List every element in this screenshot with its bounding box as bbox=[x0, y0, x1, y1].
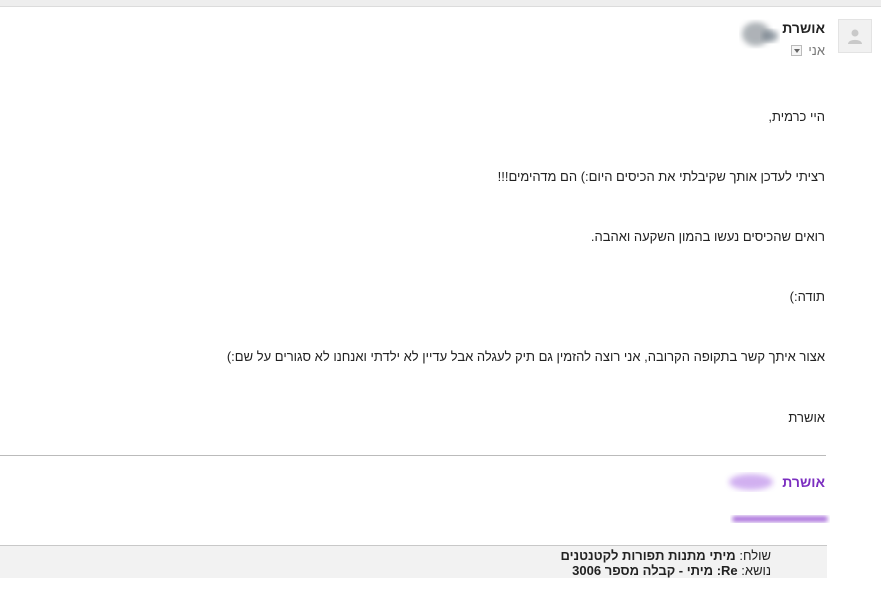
quoted-header: שולח: מיתי מתנות תפורות לקטנטנים נושא: R… bbox=[0, 545, 827, 578]
blurred-signature-logo bbox=[729, 474, 773, 490]
sender-avatar[interactable] bbox=[838, 19, 872, 53]
quoted-from-line: שולח: מיתי מתנות תפורות לקטנטנים bbox=[560, 548, 771, 563]
top-border bbox=[0, 0, 881, 7]
details-dropdown-button[interactable] bbox=[791, 45, 803, 56]
signature-name: אושרת bbox=[782, 474, 825, 490]
recipient-line: אני bbox=[791, 43, 825, 58]
quoted-subject-line: נושא: Re: מיתי - קבלה מספר 3006 bbox=[572, 563, 771, 578]
message-line-1: רציתי לעדכן אותך שקיבלתי את הכיסים היום:… bbox=[497, 169, 825, 184]
message-greeting: היי כרמית, bbox=[768, 109, 825, 124]
sender-name[interactable]: אושרת bbox=[782, 20, 825, 36]
blurred-avatar-image bbox=[742, 22, 778, 46]
quoted-subject-label: נושא: bbox=[741, 563, 771, 578]
signature-divider bbox=[0, 455, 826, 456]
message-line-4: אצור איתך קשר בתקופה הקרובה, אני רוצה לה… bbox=[226, 349, 825, 364]
recipient-name: אני bbox=[808, 43, 825, 58]
quoted-from-value: מיתי מתנות תפורות לקטנטנים bbox=[560, 548, 736, 563]
chevron-down-icon bbox=[793, 48, 800, 53]
message-line-3: תודה:) bbox=[789, 289, 825, 304]
quoted-from-label: שולח: bbox=[739, 548, 771, 563]
quoted-subject-value: Re: מיתי - קבלה מספר 3006 bbox=[572, 563, 738, 578]
blurred-signature-link[interactable] bbox=[730, 512, 830, 526]
person-placeholder-icon bbox=[848, 29, 862, 44]
message-line-2: רואים שהכיסים נעשו בהמון השקעה ואהבה. bbox=[590, 229, 825, 244]
message-closing: אושרת bbox=[788, 410, 825, 425]
